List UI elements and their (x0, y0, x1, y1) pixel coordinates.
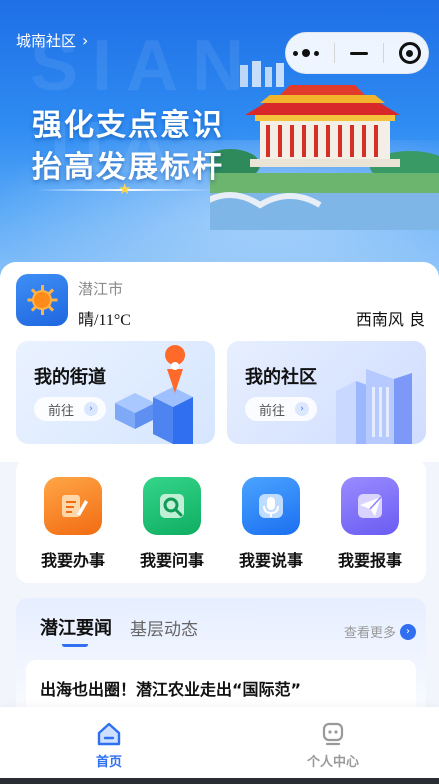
tab-home-label: 首页 (95, 755, 122, 770)
arrow-right-icon: › (84, 402, 99, 416)
close-target-icon[interactable] (398, 42, 421, 64)
location-label: 城南社区 (16, 32, 77, 50)
task-edit-icon (44, 477, 102, 535)
arrow-right-icon: › (400, 623, 416, 640)
street-go-button[interactable]: 前往 › (34, 397, 107, 421)
service-grid: 我要办事 我要问事 我要说事 我要报事 (16, 459, 426, 583)
tab-grassroots-news[interactable]: 基层动态 (130, 615, 198, 640)
view-more-link[interactable]: 查看更多 › (344, 622, 416, 641)
weather-wind-quality: 西南风 良 (355, 310, 425, 329)
view-more-label: 查看更多 (343, 626, 396, 641)
tab-qianjiang-news[interactable]: 潜江要闻 (40, 614, 112, 640)
service-label: 我要说事 (238, 551, 303, 570)
service-label: 我要办事 (40, 551, 105, 570)
bottom-edge (0, 778, 439, 784)
star-icon: ★ (118, 180, 132, 198)
profile-icon (273, 721, 393, 747)
tab-profile-label: 个人中心 (306, 755, 359, 770)
bottom-tab-bar: 首页 个人中心 (0, 707, 439, 784)
landmark-building-image (138, 55, 439, 234)
app-screen: SIAN JIA 城南社区 › 强化支点意识 抬高发展标杆 ★ 潜江市 晴/11… (0, 0, 439, 784)
minimize-icon[interactable] (349, 51, 368, 55)
capsule-divider (382, 43, 384, 63)
microphone-icon (242, 477, 300, 535)
service-ask-question[interactable]: 我要问事 (122, 477, 222, 571)
street-go-label: 前往 (48, 403, 75, 419)
capsule-divider (334, 43, 336, 63)
street-illustration (115, 345, 193, 444)
street-card-title: 我的街道 (34, 367, 106, 388)
community-card-title: 我的社区 (245, 367, 317, 388)
miniprogram-capsule (285, 32, 429, 74)
community-illustration (336, 369, 412, 444)
community-go-button[interactable]: 前往 › (245, 397, 318, 421)
location-selector[interactable]: 城南社区 › (16, 30, 88, 51)
slogan-line-1: 强化支点意识 (32, 108, 224, 143)
arrow-right-icon: › (295, 402, 310, 416)
weather-condition: 晴/11°C (78, 312, 131, 329)
more-icon[interactable] (293, 49, 320, 57)
tab-profile[interactable]: 个人中心 (273, 721, 393, 770)
search-icon (143, 477, 201, 535)
home-icon (49, 721, 169, 747)
send-plane-icon (341, 477, 399, 535)
service-handle-affairs[interactable]: 我要办事 (23, 477, 123, 571)
community-go-label: 前往 (259, 403, 286, 419)
chevron-right-icon: › (82, 31, 89, 50)
my-street-card[interactable]: 我的街道 前往 › (16, 341, 215, 444)
service-report-issue[interactable]: 我要报事 (320, 477, 420, 571)
hero-banner: SIAN JIA 城南社区 › 强化支点意识 抬高发展标杆 ★ (0, 0, 439, 282)
my-community-card[interactable]: 我的社区 前往 › (227, 341, 426, 444)
tab-home[interactable]: 首页 (49, 721, 169, 770)
news-headline: 出海也出圈！潜江农业走出“国际范” (40, 680, 302, 699)
active-tab-indicator (62, 642, 88, 647)
weather-city: 潜江市 (78, 280, 124, 298)
sun-icon (16, 274, 68, 326)
service-speak-up[interactable]: 我要说事 (221, 477, 321, 571)
service-label: 我要问事 (139, 551, 204, 570)
service-label: 我要报事 (337, 551, 402, 570)
